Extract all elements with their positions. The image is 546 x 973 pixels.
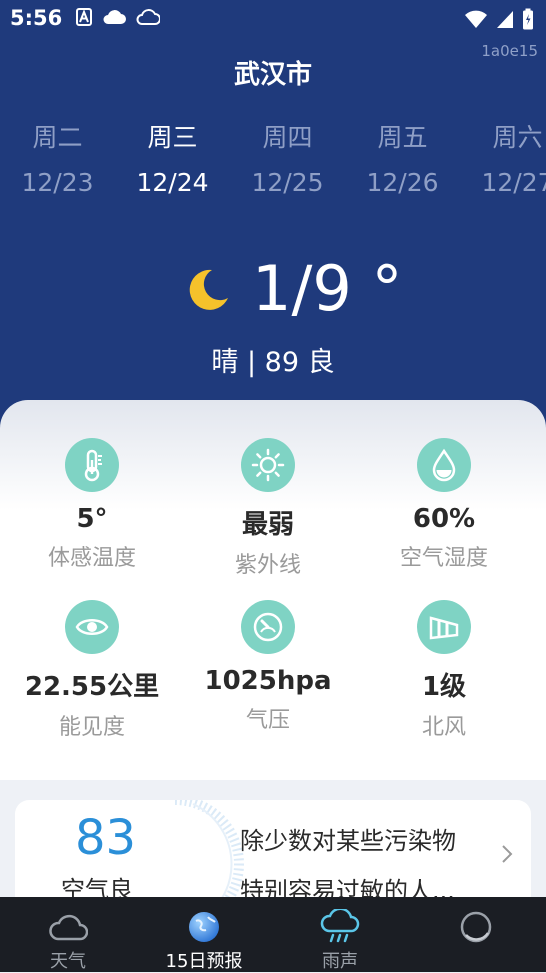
- eye-icon: [65, 600, 119, 654]
- status-bar: 5:56: [0, 0, 546, 40]
- day-date: 12/25: [251, 168, 324, 197]
- day-tab-selected[interactable]: 周三 12/24: [115, 118, 230, 197]
- detail-value: 22.55公里: [24, 672, 160, 702]
- status-time: 5:56: [10, 6, 63, 30]
- detail-visibility: 22.55公里 能见度: [2, 600, 182, 741]
- detail-label: 气压: [245, 708, 290, 733]
- day-tab[interactable]: 周二 12/23: [0, 118, 115, 197]
- aqi-advice-line: 除少数对某些污染物: [240, 827, 456, 855]
- wifi-icon: [465, 10, 487, 28]
- cloud-status-icon: [103, 10, 126, 24]
- moon-icon: [189, 269, 228, 310]
- detail-feels-like: 5° 体感温度: [2, 438, 182, 572]
- day-date: 12/23: [21, 168, 94, 197]
- windsock-icon: [417, 600, 471, 654]
- day-selector: 周二 12/23 周三 12/24 周四 12/25 周五 12/26 周六 1…: [0, 118, 546, 208]
- circle-icon: [408, 907, 544, 947]
- cloud-icon: [0, 907, 136, 947]
- detail-label: 空气湿度: [399, 546, 488, 571]
- day-tab[interactable]: 周四 12/25: [230, 118, 345, 197]
- nav-tab-rain-sound[interactable]: 雨声: [272, 897, 408, 972]
- chevron-right-icon[interactable]: [501, 844, 513, 864]
- bottom-nav: 天气 15日预报 雨声: [0, 897, 546, 972]
- battery-icon: [523, 8, 533, 30]
- water-drop-icon: [417, 438, 471, 492]
- aqi-value: 83: [75, 810, 137, 866]
- day-date: 12/27: [481, 168, 546, 197]
- day-weekday: 周五: [377, 123, 428, 152]
- city-title[interactable]: 武汉市: [0, 54, 546, 91]
- temperature-range: 1/9 °: [252, 252, 403, 325]
- day-date: 12/24: [136, 168, 209, 197]
- detail-value: 最弱: [241, 510, 294, 540]
- details-panel: 5° 体感温度 最弱 紫外线 60% 空气湿度 22.55公里 能见度 1025…: [0, 400, 546, 780]
- nav-tab-15day[interactable]: 15日预报: [136, 897, 272, 972]
- detail-label: 北风: [421, 715, 466, 740]
- globe-icon: [136, 907, 272, 947]
- day-weekday: 周二: [32, 123, 83, 152]
- day-weekday: 周三: [147, 123, 198, 152]
- nav-tab-profile[interactable]: [408, 897, 544, 972]
- rain-cloud-icon: [272, 907, 408, 947]
- detail-value: 1级: [421, 672, 467, 702]
- signal-icon: [497, 11, 513, 28]
- detail-value: 5°: [76, 504, 108, 534]
- nav-label: 雨声: [322, 951, 358, 972]
- detail-label: 紫外线: [234, 553, 301, 578]
- status-system-icons: [464, 8, 534, 30]
- today-summary: 1/9 °: [0, 252, 546, 332]
- detail-value: 60%: [412, 504, 476, 534]
- nav-tab-weather[interactable]: 天气: [0, 897, 136, 972]
- status-notification-icons: [76, 8, 160, 26]
- font-a-icon: [76, 8, 92, 26]
- day-tab[interactable]: 周六 12/27: [460, 118, 546, 197]
- detail-label: 体感温度: [47, 546, 136, 571]
- nav-label: 天气: [50, 951, 86, 972]
- detail-humidity: 60% 空气湿度: [354, 438, 534, 572]
- sun-icon: [241, 438, 295, 492]
- detail-label: 能见度: [58, 715, 125, 740]
- day-weekday: 周六: [492, 123, 543, 152]
- nav-label: 15日预报: [165, 951, 243, 972]
- cloud-outline-status-icon: [136, 9, 160, 25]
- day-tab[interactable]: 周五 12/26: [345, 118, 460, 197]
- detail-wind: 1级 北风: [354, 600, 534, 741]
- gauge-icon: [241, 600, 295, 654]
- detail-uv: 最弱 紫外线: [178, 438, 358, 579]
- detail-value: 1025hpa: [204, 666, 332, 696]
- weather-condition: 晴 | 89 良: [211, 347, 335, 378]
- thermometer-icon: [65, 438, 119, 492]
- day-date: 12/26: [366, 168, 439, 197]
- detail-pressure: 1025hpa 气压: [178, 600, 358, 734]
- day-weekday: 周四: [262, 123, 313, 152]
